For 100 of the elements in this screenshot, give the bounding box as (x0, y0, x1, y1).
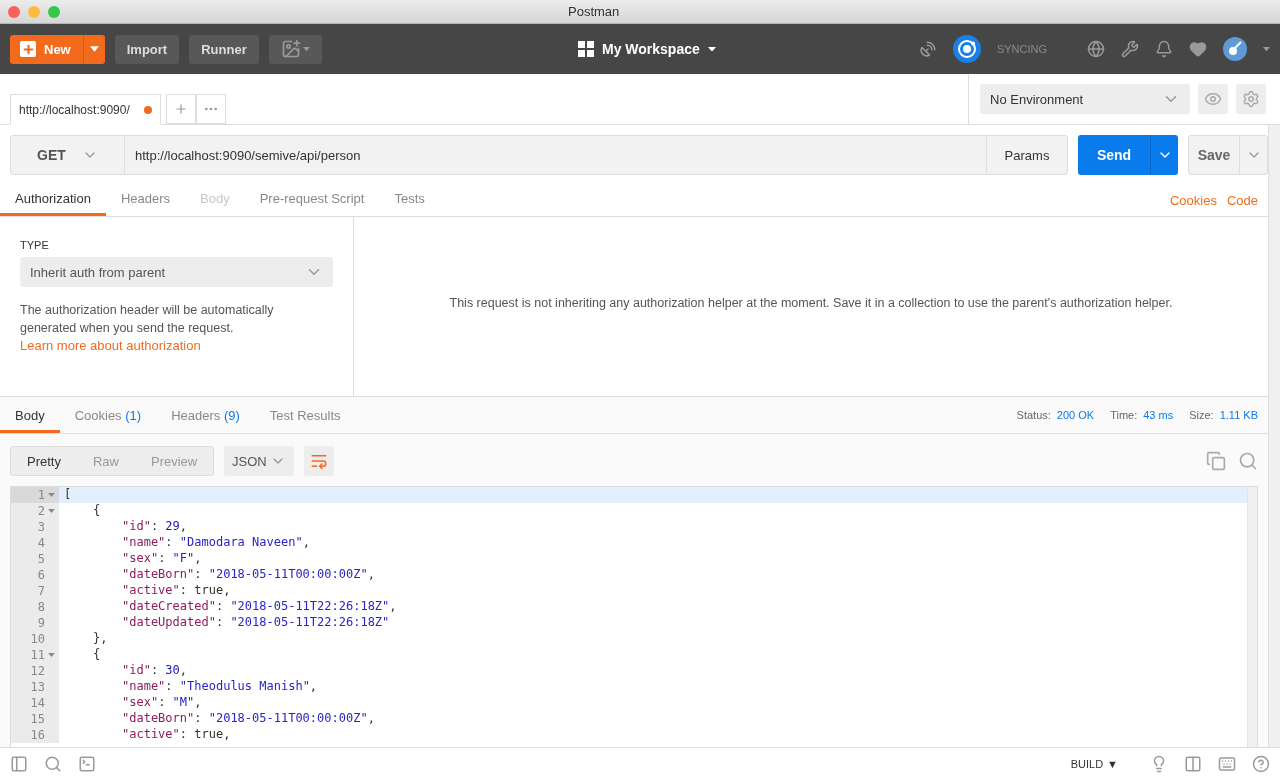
bell-icon[interactable] (1155, 40, 1173, 58)
line-number: 1 (37, 488, 45, 502)
keyboard-icon[interactable] (1218, 754, 1236, 773)
link[interactable]: Cookies (1169, 193, 1217, 208)
environment-select[interactable]: No Environment (980, 84, 1190, 114)
auth-message: This request is not inheriting any authorization helper at the moment. Save it in a collection to use the parent's authorization helper. (449, 295, 1173, 310)
console-icon[interactable] (78, 754, 96, 773)
toolbar-button[interactable]: Import (114, 34, 180, 64)
fold-icon[interactable] (48, 509, 55, 513)
caret-icon (89, 46, 99, 52)
line-number: 5 (37, 552, 45, 566)
code-text: }, (92, 631, 108, 647)
wrap-button[interactable] (304, 446, 335, 476)
type-label: TYPE (20, 239, 50, 251)
sidebar-icon[interactable] (10, 754, 28, 773)
avatar-icon[interactable] (1223, 37, 1247, 61)
toolbar-button[interactable]: Runner (189, 34, 259, 64)
code-text: { (92, 503, 101, 519)
line-number: 8 (37, 600, 45, 614)
meta-value: 1.11 KB (1219, 409, 1258, 421)
two-pane-icon[interactable] (1184, 754, 1202, 773)
zoom-button[interactable] (48, 5, 60, 18)
sync-icon[interactable] (952, 35, 981, 63)
caret-icon (302, 46, 310, 52)
globe-icon[interactable] (1087, 40, 1105, 58)
window-title: Postman (568, 4, 620, 19)
request-section-tab[interactable]: Tests (379, 180, 440, 216)
code-text: "dateUpdated": "2018-05-11T22:26:18Z" (121, 615, 390, 631)
meta-label: Status: (1016, 409, 1051, 421)
workspace-menu[interactable]: My Workspace (572, 34, 722, 64)
wrench-icon[interactable] (1121, 40, 1139, 58)
search-icon[interactable] (44, 754, 62, 773)
line-number: 7 (37, 584, 45, 598)
method-select[interactable]: GET (10, 135, 125, 175)
caret-icon (1263, 46, 1270, 52)
response-tab[interactable]: Headers (9) (156, 397, 255, 433)
close-button[interactable] (8, 5, 20, 18)
new-tab-button[interactable] (165, 94, 196, 124)
code-text: "dateBorn": "2018-05-11T00:00:00Z", (121, 711, 375, 727)
response-tab[interactable]: Cookies (1) (59, 397, 157, 433)
line-number: 15 (30, 712, 45, 726)
url-field[interactable]: http://localhost:9090/semive/api/person (125, 135, 986, 175)
response-tab[interactable]: Body (0, 397, 60, 433)
new-button[interactable]: New (10, 34, 83, 64)
copy-icon[interactable] (1206, 451, 1226, 471)
request-tab[interactable]: http://localhost:9090/ (10, 94, 161, 125)
request-section-tab[interactable]: Headers (105, 180, 186, 216)
code-text: "active": true, (121, 727, 231, 743)
code-text: [ (63, 487, 72, 503)
scrollbar[interactable] (1268, 125, 1280, 747)
code-text: "id": 30, (121, 663, 188, 679)
help-icon[interactable] (1252, 754, 1270, 773)
format-select[interactable]: JSON (224, 446, 295, 476)
heart-icon[interactable] (1189, 40, 1207, 58)
code-text: "sex": "F", (121, 551, 202, 567)
fold-icon[interactable] (48, 493, 55, 497)
new-window-button[interactable] (268, 34, 322, 64)
code-text: "name": "Theodulus Manish", (121, 679, 318, 695)
code-text: "dateBorn": "2018-05-11T00:00:00Z", (121, 567, 375, 583)
code-text: { (92, 647, 101, 663)
learn-more-link[interactable]: Learn more about authorization (20, 338, 201, 353)
line-number: 3 (37, 520, 45, 534)
line-number: 12 (30, 664, 45, 678)
view-mode-button[interactable]: Pretty (11, 447, 77, 475)
line-number: 13 (30, 680, 45, 694)
params-button[interactable]: Params (986, 135, 1068, 175)
meta-label: Size: (1189, 409, 1214, 421)
settings-button[interactable] (1236, 84, 1266, 114)
meta-label: Time: (1110, 409, 1138, 421)
search-icon[interactable] (1238, 451, 1258, 471)
caret-icon (707, 46, 716, 52)
plus-icon (20, 41, 36, 57)
fold-icon[interactable] (48, 653, 55, 657)
meta-value: 200 OK (1056, 409, 1095, 421)
request-section-tab[interactable]: Authorization (0, 180, 106, 216)
line-number: 16 (30, 728, 45, 742)
wrap-icon (310, 452, 329, 470)
editor-scrollbar[interactable] (1247, 487, 1257, 747)
settings-icon (1242, 89, 1260, 109)
build-menu[interactable]: BUILD ▼ (1064, 756, 1124, 771)
code-text: "sex": "M", (121, 695, 202, 711)
code-text: "active": true, (121, 583, 231, 599)
save-button[interactable]: Save (1188, 135, 1268, 175)
code-text: "name": "Damodara Naveen", (121, 535, 310, 551)
line-number: 9 (37, 616, 45, 630)
line-number: 6 (37, 568, 45, 582)
grid-icon (578, 41, 594, 57)
new-menu-button[interactable] (82, 34, 105, 64)
line-number: 4 (37, 536, 45, 550)
meta-value: 43 ms (1143, 409, 1174, 421)
plus-icon (173, 102, 188, 116)
satellite-icon[interactable] (918, 40, 937, 58)
line-number: 2 (37, 504, 45, 518)
response-tab[interactable]: Test Results (254, 397, 356, 433)
eye-button[interactable] (1198, 84, 1228, 114)
link[interactable]: Code (1226, 193, 1258, 208)
send-button[interactable]: Send (1078, 135, 1178, 175)
code-text: "id": 29, (121, 519, 188, 535)
request-section-tab[interactable]: Pre-request Script (244, 180, 380, 216)
auth-type-select[interactable]: Inherit auth from parent (20, 257, 333, 287)
